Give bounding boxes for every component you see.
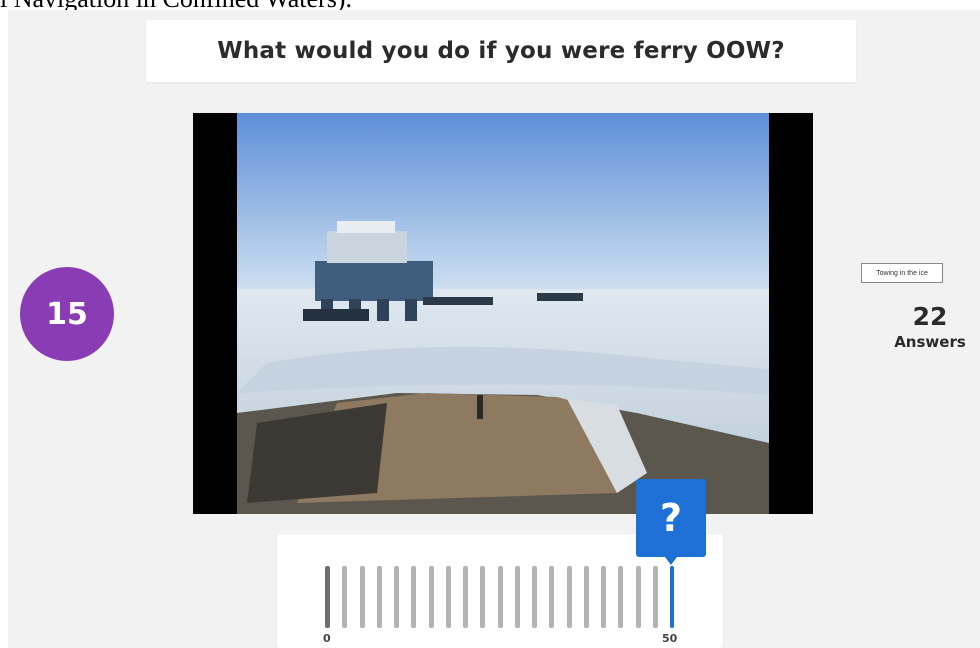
slider-tick[interactable]	[549, 566, 555, 628]
slider-tick[interactable]	[635, 566, 641, 628]
slider-min-label: 0	[323, 632, 331, 645]
answers-label: Answers	[894, 333, 966, 351]
countdown-timer: 15	[20, 267, 114, 361]
slider-tick[interactable]	[325, 566, 330, 628]
slider-tick[interactable]	[670, 566, 674, 628]
slider-tick[interactable]	[428, 566, 434, 628]
slider-tick[interactable]	[445, 566, 451, 628]
document-header-strip: l Navigation in Confined Waters).	[0, 0, 980, 10]
answers-counter: 22 Answers	[880, 302, 980, 352]
image-caption: Towing in the ice	[861, 263, 943, 283]
document-header-text: l Navigation in Confined Waters).	[0, 0, 352, 10]
slider-handle[interactable]: ?	[636, 479, 706, 565]
slider-tick[interactable]	[497, 566, 503, 628]
slider-tick[interactable]	[480, 566, 486, 628]
question-image: Towing in the ice	[193, 113, 943, 514]
slider-tick[interactable]	[514, 566, 520, 628]
slider-tick[interactable]	[618, 566, 624, 628]
slider-tick[interactable]	[411, 566, 417, 628]
slider-tick[interactable]	[394, 566, 399, 628]
slider-tick[interactable]	[359, 566, 365, 628]
slider-tick[interactable]	[652, 566, 658, 628]
slider-max-label: 50	[662, 632, 678, 645]
slider-tick[interactable]	[566, 566, 572, 628]
icebreaker-photo	[237, 113, 769, 514]
question-card: What would you do if you were ferry OOW?	[146, 20, 856, 82]
slider-tick[interactable]	[601, 566, 606, 628]
slider-tick[interactable]	[376, 566, 382, 628]
question-title: What would you do if you were ferry OOW?	[217, 38, 785, 64]
answers-count: 22	[912, 302, 948, 331]
slider-tick[interactable]	[583, 566, 589, 628]
slider-tick[interactable]	[342, 566, 348, 628]
slider-tick[interactable]	[463, 566, 468, 628]
slider-tick[interactable]	[532, 566, 537, 628]
